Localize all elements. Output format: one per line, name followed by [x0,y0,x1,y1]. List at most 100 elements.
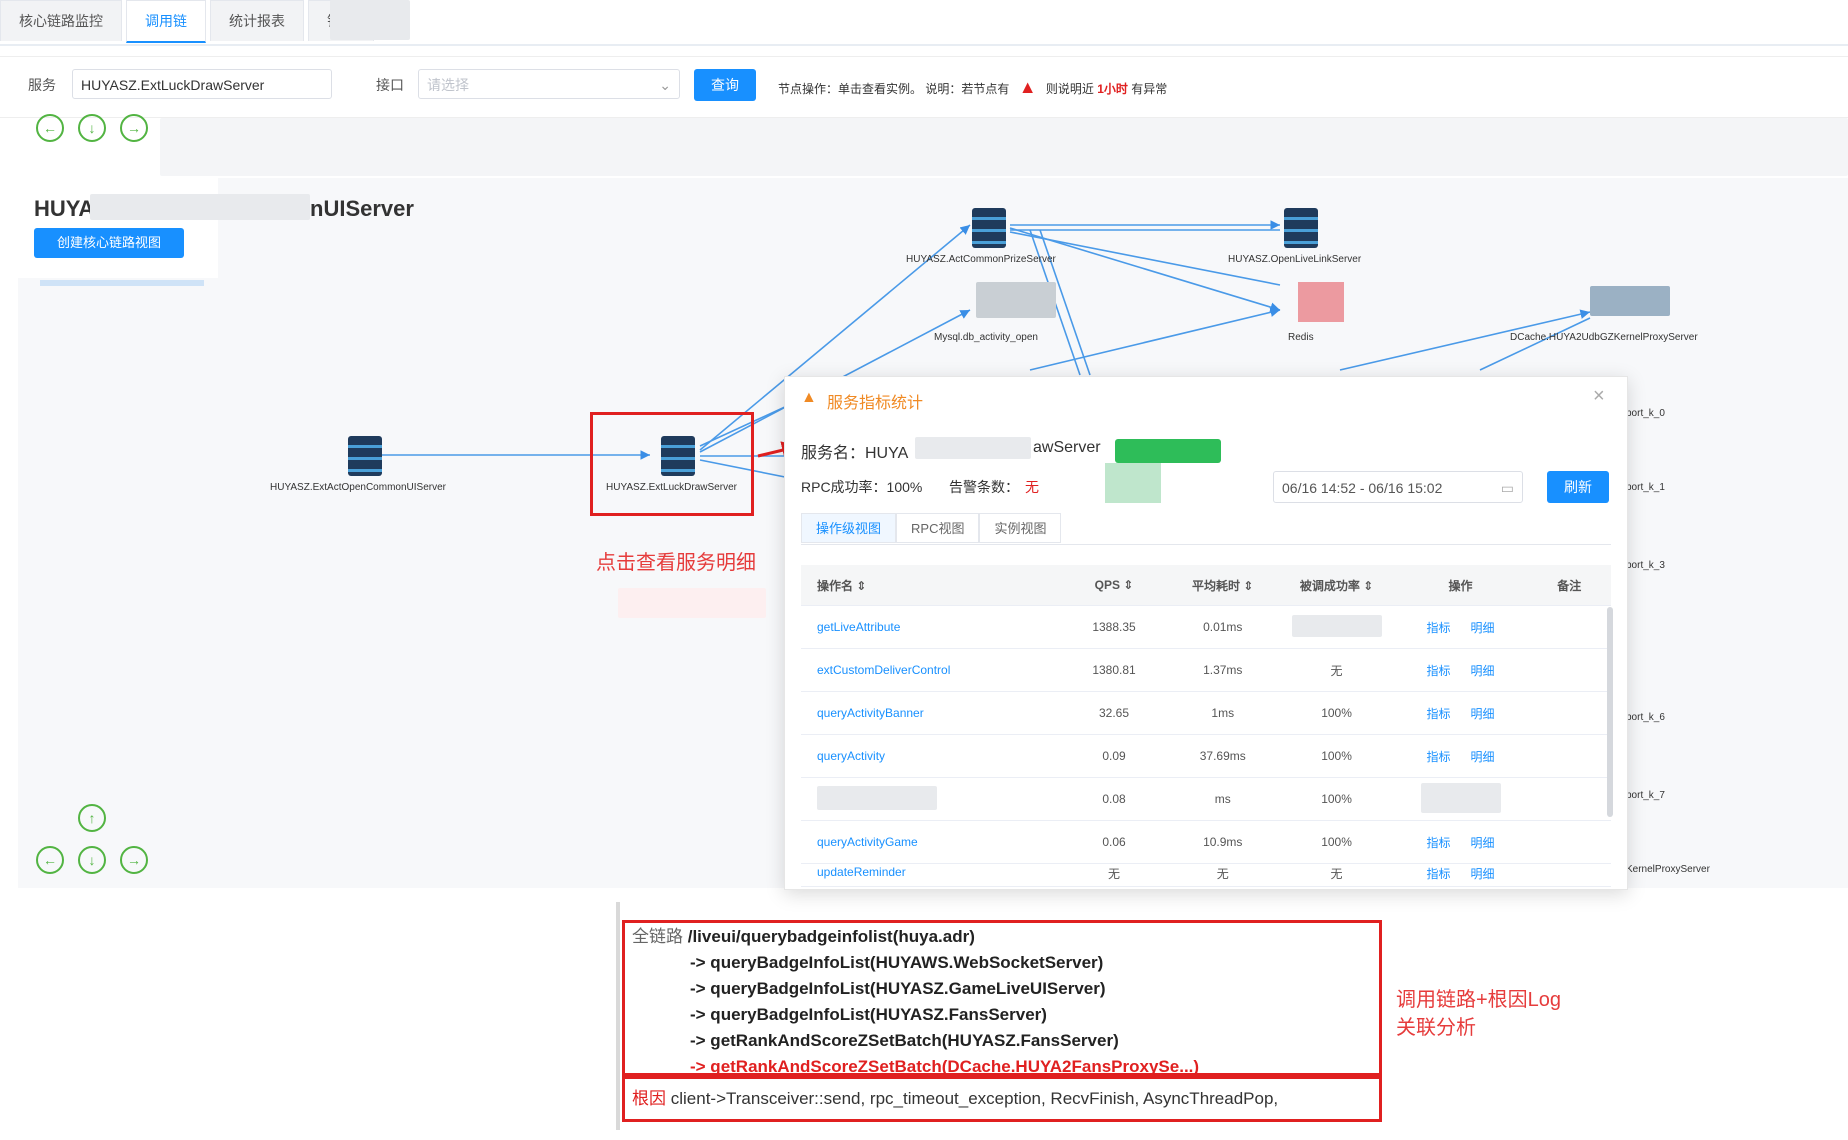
operation-name[interactable]: queryActivity [801,734,1063,778]
root-cause-line: 根因 client->Transceiver::send, rpc_timeou… [632,1084,1278,1109]
redis-icon[interactable] [1298,282,1344,322]
detail-link[interactable]: 明细 [1471,707,1495,721]
detail-link[interactable]: 明细 [1471,621,1495,635]
qps-value: 无 [1062,863,1166,887]
column-header: 备注 [1527,565,1611,606]
row-actions: 指标 明细 [1393,734,1528,778]
node-label: port_k_3 [1626,560,1665,571]
tab-instance-view[interactable]: 实例视图 [979,513,1062,543]
blurred-region [1420,782,1501,813]
table-row: 0.08 ms 100% [801,777,1611,821]
avg-time-value: 37.69ms [1165,734,1280,778]
operation-name[interactable]: updateReminder [801,863,1063,887]
column-header: 操作 [1393,565,1528,606]
avg-time-value: 0.01ms [1165,605,1280,649]
avg-time-value: 无 [1165,863,1280,887]
qps-value: 0.06 [1062,820,1166,864]
blurred-region [915,437,1031,459]
operation-name[interactable]: queryActivityGame [801,820,1063,864]
calendar-icon: ▭ [1500,480,1514,496]
remark-cell [1527,691,1611,735]
qps-value: 1380.81 [1062,648,1166,692]
chain-label: 全链路 [632,927,683,946]
tab-operation-view[interactable]: 操作级视图 [801,513,897,543]
dialog-tabs: 操作级视图 RPC视图 实例视图 [801,513,1062,543]
row-actions: 指标 明细 [1393,863,1528,887]
metric-link[interactable]: 指标 [1427,621,1451,635]
remark-cell [1527,734,1611,778]
success-rate-value: 无 [1279,863,1394,887]
operation-name[interactable]: extCustomDeliverControl [801,648,1063,692]
remark-cell [1527,605,1611,649]
success-rate-value: 100% [1279,734,1394,778]
node-label: port_k_6 [1626,712,1665,723]
scrollbar[interactable] [1607,607,1613,817]
alarm-value: 无 [1025,479,1039,495]
metric-link[interactable]: 指标 [1427,867,1451,881]
node-label: HUYASZ.OpenLiveLinkServer [1228,254,1362,265]
close-icon[interactable]: × [1593,385,1605,408]
server-icon[interactable] [972,208,1006,248]
fire-icon: ▲ [801,389,817,406]
detail-link[interactable]: 明细 [1471,867,1495,881]
service-metrics-dialog: ▲ 服务指标统计 × 服务名：HUYA awServer RPC成功率：100%… [784,376,1628,890]
pan-up-icon[interactable]: ↑ [78,804,106,832]
call-line: -> queryBadgeInfoList(HUYASZ.GameLiveUIS… [690,979,1106,998]
qps-value: 0.09 [1062,734,1166,778]
server-icon[interactable] [1284,208,1318,248]
log-annotation: 调用链路+根因Log 关联分析 [1396,986,1561,1042]
detail-link[interactable]: 明细 [1471,836,1495,850]
avg-time-value: 10.9ms [1165,820,1280,864]
row-actions [1393,777,1528,821]
pan-right-icon[interactable]: → [120,846,148,874]
metric-link[interactable]: 指标 [1427,836,1451,850]
operation-name[interactable] [801,777,1063,821]
remark-cell [1527,648,1611,692]
node-label: port_k_7 [1626,790,1665,801]
row-actions: 指标 明细 [1393,691,1528,735]
call-chain-log: 全链路 /liveui/querybadgeinfolist(huya.adr)… [632,924,1392,1076]
call-line: -> getRankAndScoreZSetBatch(HUYASZ.FansS… [690,1031,1119,1050]
avg-time-value: ms [1165,777,1280,821]
remark-cell [1527,777,1611,821]
date-range-picker[interactable]: 06/16 14:52 - 06/16 15:02 ▭ [1273,471,1523,503]
blurred-node[interactable] [976,282,1056,318]
refresh-button[interactable]: 刷新 [1547,471,1609,503]
blurred-region [817,785,937,810]
detail-link[interactable]: 明细 [1471,750,1495,764]
chain-path: /liveui/querybadgeinfolist(huya.adr) [687,927,975,946]
table-row: queryActivityBanner 32.65 1ms 100% 指标 明细 [801,691,1611,735]
table-row: getLiveAttribute 1388.35 0.01ms 指标 明细 [801,605,1611,649]
dialog-title: 服务指标统计 [827,395,924,412]
server-icon[interactable] [348,436,382,476]
pan-down-icon[interactable]: ↓ [78,846,106,874]
column-header[interactable]: QPS ⇕ [1062,565,1166,606]
detail-link[interactable]: 明细 [1471,664,1495,678]
operation-name[interactable]: getLiveAttribute [801,605,1063,649]
metric-link[interactable]: 指标 [1427,750,1451,764]
qps-value: 0.08 [1062,777,1166,821]
table-row: extCustomDeliverControl 1380.81 1.37ms 无… [801,648,1611,692]
node-label: KernelProxyServer [1626,864,1710,875]
node-label: Mysql.db_activity_open [934,332,1038,343]
annotation-line: 调用链路+根因Log [1396,989,1562,1011]
tab-divider [801,544,1611,545]
tab-rpc-view[interactable]: RPC视图 [896,513,980,543]
node-label: HUYASZ.ExtActOpenCommonUIServer [270,482,446,493]
annotation-line: 关联分析 [1396,1017,1476,1039]
success-rate-value: 100% [1279,691,1394,735]
table-row: queryActivityGame 0.06 10.9ms 100% 指标 明细 [801,820,1611,864]
metric-link[interactable]: 指标 [1427,664,1451,678]
blurred-node[interactable] [1590,286,1670,316]
row-actions: 指标 明细 [1393,820,1528,864]
blurred-region [618,588,766,618]
metric-link[interactable]: 指标 [1427,707,1451,721]
column-header[interactable]: 平均耗时 ⇕ [1165,565,1280,606]
error-call-line: -> getRankAndScoreZSetBatch(DCache.HUYA2… [690,1057,1200,1076]
column-header[interactable]: 操作名 ⇕ [801,565,1063,606]
column-header[interactable]: 被调成功率 ⇕ [1279,565,1394,606]
qps-value: 1388.35 [1062,605,1166,649]
operation-name[interactable]: queryActivityBanner [801,691,1063,735]
qps-value: 32.65 [1062,691,1166,735]
pan-left-icon[interactable]: ← [36,846,64,874]
